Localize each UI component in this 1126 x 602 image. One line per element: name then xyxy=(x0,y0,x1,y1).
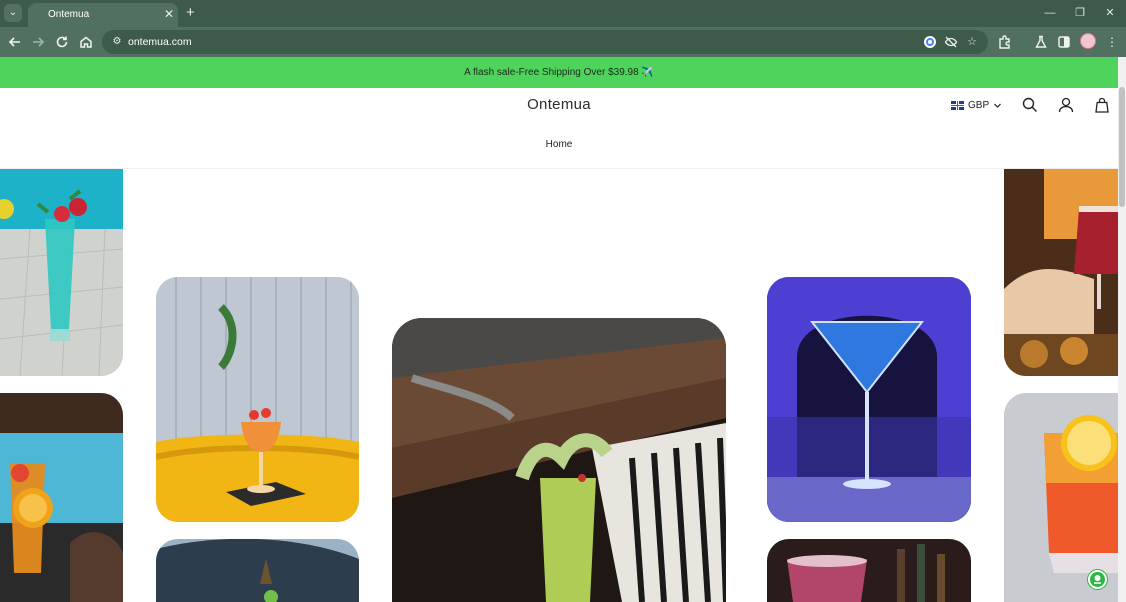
restore-button[interactable]: ❐ xyxy=(1070,5,1090,21)
announcement-bar: A flash sale-Free Shipping Over $39.98 ✈… xyxy=(0,57,1118,88)
gallery-image-orange-cocktail-beach[interactable] xyxy=(0,393,123,602)
reload-icon xyxy=(56,36,68,48)
browser-tab-bar: ⌄ Ontemua ✕ + — ❐ ✕ xyxy=(0,0,1126,27)
new-tab-button[interactable]: + xyxy=(186,4,195,22)
eye-off-icon[interactable] xyxy=(944,35,958,49)
home-button[interactable] xyxy=(77,33,95,51)
minimize-button[interactable]: — xyxy=(1040,5,1060,21)
account-icon xyxy=(1058,97,1074,113)
nav-home-link[interactable]: Home xyxy=(0,139,1118,150)
chat-icon xyxy=(1094,575,1101,584)
extensions-icon xyxy=(999,35,1010,49)
close-icon[interactable]: ✕ xyxy=(164,7,174,21)
account-button[interactable] xyxy=(1057,96,1075,114)
url-text[interactable]: ontemua.com xyxy=(128,36,192,48)
close-icon: ✕ xyxy=(1105,7,1115,19)
plus-icon: + xyxy=(186,4,195,21)
browser-toolbar: ⚙ ontemua.com ☆ ⋮ xyxy=(0,27,1126,57)
google-lens-icon[interactable] xyxy=(923,35,937,49)
extensions-button[interactable] xyxy=(996,33,1014,51)
cocktail-photo-icon xyxy=(156,277,359,522)
site-info-icon[interactable]: ⚙ xyxy=(110,35,124,49)
site-header: Ontemua GBP Home xyxy=(0,88,1118,169)
cocktail-photo-icon xyxy=(156,539,359,602)
labs-icon xyxy=(1035,35,1047,48)
close-window-button[interactable]: ✕ xyxy=(1100,5,1120,21)
tab-search-button[interactable]: ⌄ xyxy=(4,4,22,22)
gallery-image-blue-martini[interactable] xyxy=(767,277,971,522)
forward-button[interactable] xyxy=(29,33,47,51)
cocktail-photo-icon xyxy=(0,169,123,376)
chevron-down-icon: ⌄ xyxy=(8,7,18,18)
cart-button[interactable] xyxy=(1093,96,1111,114)
gallery-image-green-cocktail-piano[interactable] xyxy=(392,318,726,602)
forward-icon xyxy=(33,37,45,47)
cocktail-photo-icon xyxy=(767,539,971,602)
menu-icon: ⋮ xyxy=(1106,35,1118,49)
address-bar[interactable]: ⚙ ontemua.com ☆ xyxy=(102,30,988,54)
profile-avatar[interactable] xyxy=(1080,33,1096,49)
reload-button[interactable] xyxy=(53,33,71,51)
cocktail-photo-icon xyxy=(392,318,726,602)
search-button[interactable] xyxy=(1021,96,1039,114)
cocktail-photo-icon xyxy=(767,277,971,522)
home-icon xyxy=(80,36,92,48)
menu-button[interactable]: ⋮ xyxy=(1103,33,1121,51)
restore-icon: ❐ xyxy=(1075,7,1085,19)
tab-title: Ontemua xyxy=(48,9,90,20)
cocktail-photo-icon xyxy=(0,393,123,602)
scrollbar-thumb[interactable] xyxy=(1119,87,1125,207)
chevron-down-icon xyxy=(994,103,1002,108)
currency-selector[interactable]: GBP xyxy=(951,98,1002,112)
cocktail-photo-icon xyxy=(1004,169,1118,376)
labs-button[interactable] xyxy=(1032,33,1050,51)
uk-flag-icon xyxy=(951,100,964,110)
announcement-text: A flash sale-Free Shipping Over $39.98 ✈… xyxy=(464,67,654,78)
search-icon xyxy=(1022,97,1037,112)
gallery-image-cocktail-glass[interactable] xyxy=(156,539,359,602)
browser-tab[interactable]: Ontemua ✕ xyxy=(28,3,178,27)
page-scrollbar[interactable] xyxy=(1118,57,1126,602)
sidebar-icon xyxy=(1058,36,1070,48)
gallery-image-red-smoothie[interactable] xyxy=(767,539,971,602)
gallery-image-blue-cocktail[interactable] xyxy=(0,169,123,376)
cart-icon xyxy=(1095,97,1109,113)
gallery-image-red-cocktail-toast[interactable] xyxy=(1004,169,1118,376)
gallery-image-orange-coupe-cocktail[interactable] xyxy=(156,277,359,522)
back-button[interactable] xyxy=(6,33,24,51)
sidebar-button[interactable] xyxy=(1055,33,1073,51)
star-icon[interactable]: ☆ xyxy=(965,35,979,49)
back-icon xyxy=(8,37,20,47)
currency-label: GBP xyxy=(968,99,990,111)
chat-widget-button[interactable] xyxy=(1088,570,1107,589)
minimize-icon: — xyxy=(1044,7,1056,19)
